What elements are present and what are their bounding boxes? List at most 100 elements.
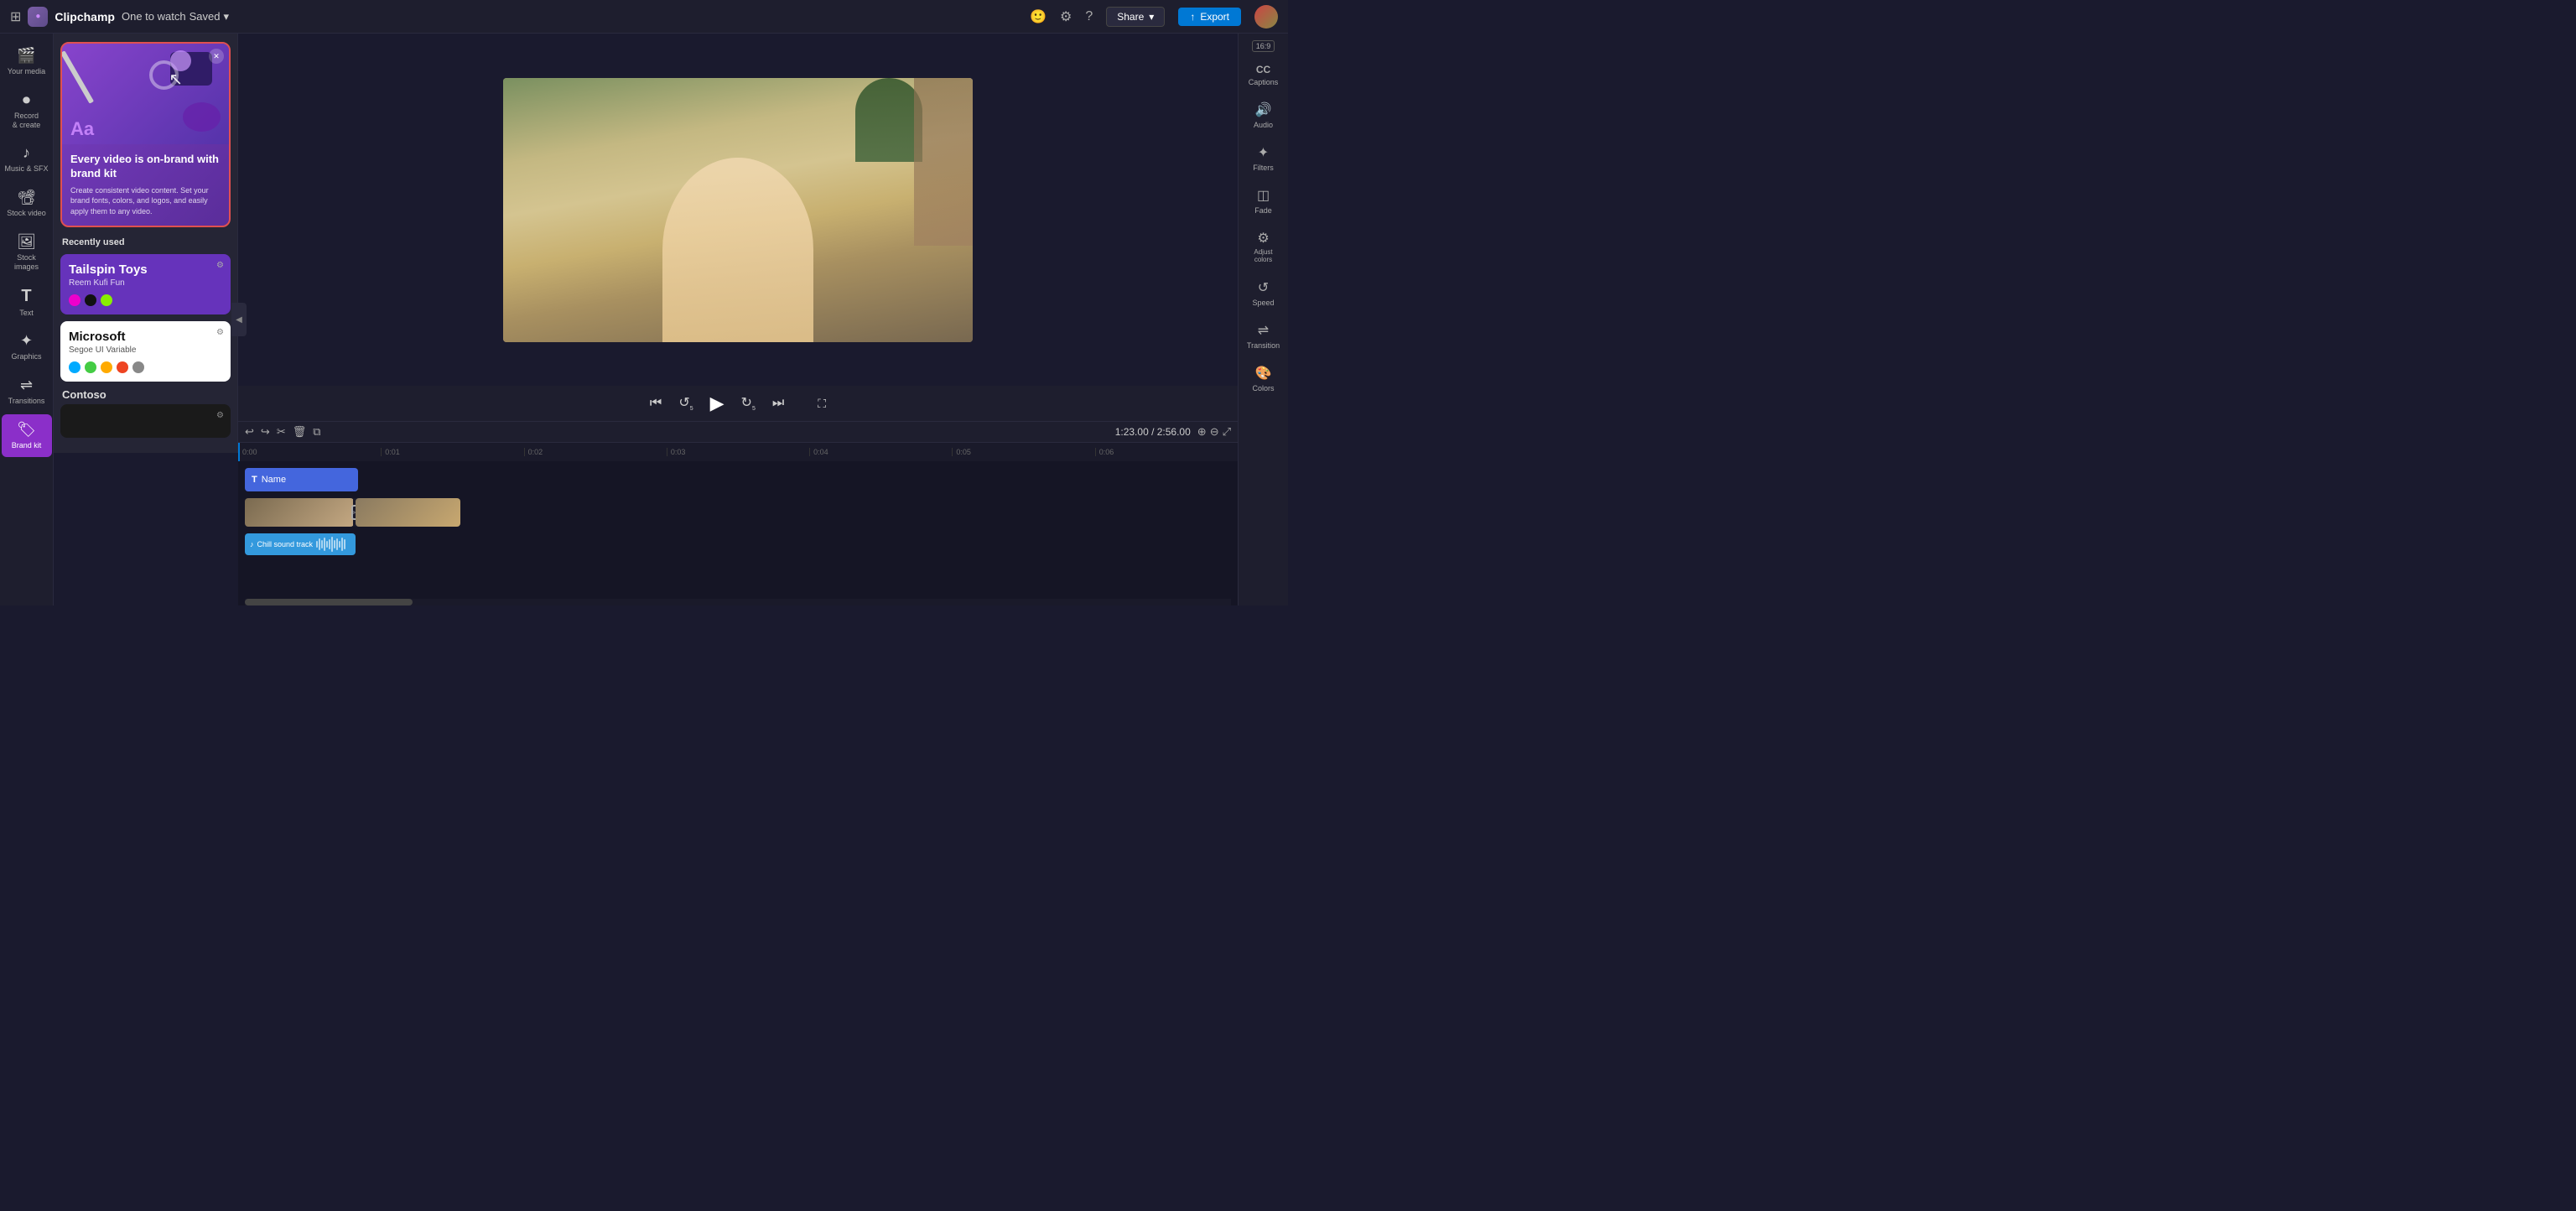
skip-back-button[interactable]: ⏮ bbox=[650, 396, 662, 411]
sidebar-item-label: Transitions bbox=[8, 397, 45, 406]
playback-controls: ⏮ ↺5 ▶ ↻5 ⏭ ⛶ bbox=[238, 386, 1238, 421]
text-track: T Name bbox=[238, 465, 1238, 495]
video-clip-2-thumbnail bbox=[356, 498, 460, 527]
ruler-marks: 0:00 0:01 0:02 0:03 0:04 0:05 0:06 bbox=[238, 448, 1238, 456]
right-sidebar: 16:9 CC Captions 🔊 Audio ✦ Filters ◫ Fad… bbox=[1238, 34, 1288, 606]
right-item-label: Captions bbox=[1249, 78, 1279, 86]
sidebar-item-stock-video[interactable]: 📽 Stock video bbox=[2, 182, 52, 225]
right-item-adjust-colors[interactable]: ⚙ Adjustcolors bbox=[1240, 223, 1287, 271]
avatar[interactable] bbox=[1254, 5, 1278, 29]
music-sfx-icon: ♪ bbox=[23, 144, 30, 162]
ruler-mark-4: 0:04 bbox=[809, 448, 952, 456]
forward-5-button[interactable]: ↻5 bbox=[741, 394, 756, 412]
redo-button[interactable]: ↪ bbox=[261, 425, 270, 439]
text-clip-name[interactable]: T Name bbox=[245, 468, 358, 491]
timeline-scrollbar[interactable] bbox=[245, 599, 1231, 606]
rewind-5-button[interactable]: ↺5 bbox=[678, 394, 693, 412]
pencil-icon bbox=[62, 50, 94, 104]
fullscreen-button[interactable]: ⛶ bbox=[818, 397, 826, 411]
color-swatch bbox=[117, 361, 128, 373]
sidebar-item-record-create[interactable]: ⏺ Record& create bbox=[2, 85, 52, 137]
grid-menu-button[interactable]: ⊞ bbox=[10, 8, 21, 25]
cursor-icon: ↖ bbox=[169, 69, 183, 90]
close-icon[interactable]: ✕ bbox=[209, 49, 224, 64]
aa-text-icon: Aa bbox=[70, 118, 94, 140]
sidebar-item-label: Text bbox=[19, 309, 34, 318]
sidebar-item-text[interactable]: T Text bbox=[2, 280, 52, 325]
brand-settings-icon[interactable]: ⚙ bbox=[216, 261, 224, 270]
sidebar-item-stock-images[interactable]: 🖼 Stock images bbox=[2, 226, 52, 278]
color-swatch bbox=[101, 294, 112, 306]
sidebar-item-music-sfx[interactable]: ♪ Music & SFX bbox=[2, 138, 52, 180]
brand-colors-microsoft bbox=[69, 361, 222, 373]
featured-card-description: Create consistent video content. Set you… bbox=[70, 185, 221, 217]
help-button[interactable]: ? bbox=[1085, 9, 1093, 24]
playhead[interactable] bbox=[238, 443, 240, 461]
transition-icon: ⇌ bbox=[1258, 322, 1269, 339]
ruler-mark-3: 0:03 bbox=[667, 448, 809, 456]
brand-kit-featured-card[interactable]: Aa ↖ ✕ Every video is on-brand with bran… bbox=[60, 42, 231, 227]
settings-button[interactable]: ⚙ bbox=[1060, 8, 1072, 25]
undo-button[interactable]: ↩ bbox=[245, 425, 254, 439]
video-preview bbox=[503, 78, 973, 342]
dropdown-chevron-icon[interactable]: ▾ bbox=[223, 10, 229, 23]
color-swatch bbox=[132, 361, 144, 373]
right-item-audio[interactable]: 🔊 Audio bbox=[1240, 95, 1287, 136]
export-button[interactable]: ↑ Export bbox=[1178, 8, 1241, 26]
right-item-transition[interactable]: ⇌ Transition bbox=[1240, 315, 1287, 356]
brand-card-contoso[interactable]: ⚙ bbox=[60, 404, 231, 438]
audio-clip-chill[interactable]: ♪ Chill sound track bbox=[245, 533, 356, 555]
skip-forward-button[interactable]: ⏭ bbox=[772, 396, 784, 411]
brand-card-microsoft[interactable]: ⚙ Microsoft Segoe UI Variable bbox=[60, 321, 231, 382]
music-note-icon: ♪ bbox=[250, 540, 254, 548]
sidebar-item-graphics[interactable]: ✦ Graphics bbox=[2, 325, 52, 368]
brand-settings-icon[interactable]: ⚙ bbox=[216, 411, 224, 420]
brand-card-tailspin[interactable]: ⚙ Tailspin Toys Reem Kufi Fun bbox=[60, 254, 231, 314]
collapse-panel-button[interactable]: ◀ bbox=[231, 303, 247, 336]
play-pause-button[interactable]: ▶ bbox=[710, 392, 724, 414]
right-item-label: Colors bbox=[1252, 384, 1274, 392]
cut-button[interactable]: ✂ bbox=[277, 425, 286, 439]
copy-button[interactable]: ⧉ bbox=[313, 425, 320, 439]
brand-kit-panel: Aa ↖ ✕ Every video is on-brand with bran… bbox=[54, 34, 238, 453]
text-clip-icon: T bbox=[252, 475, 257, 485]
delete-button[interactable]: 🗑 bbox=[293, 425, 307, 439]
brand-font-microsoft: Segoe UI Variable bbox=[69, 346, 222, 355]
graphics-icon: ✦ bbox=[20, 332, 33, 350]
sidebar-item-transitions[interactable]: ⇌ Transitions bbox=[2, 370, 52, 413]
color-swatch bbox=[101, 361, 112, 373]
timeline-toolbar: ↩ ↪ ✂ 🗑 ⧉ 1:23.00 / 2:56.00 ⊕ ⊖ ⤢ bbox=[238, 421, 1238, 443]
right-item-label: Speed bbox=[1252, 299, 1274, 307]
sidebar-item-label: Your media bbox=[8, 67, 45, 76]
right-item-label: Adjustcolors bbox=[1254, 249, 1272, 264]
fit-timeline-button[interactable]: ⤢ bbox=[1223, 425, 1231, 439]
video-clip-1-thumbnail bbox=[245, 498, 354, 527]
share-button[interactable]: Share ▾ bbox=[1106, 7, 1165, 27]
video-clip-1[interactable] bbox=[245, 498, 354, 527]
fade-icon: ◫ bbox=[1257, 187, 1270, 204]
featured-card-body: Every video is on-brand with brand kit C… bbox=[62, 144, 229, 226]
sidebar-item-brand-kit[interactable]: 🏷 Brand kit bbox=[2, 414, 52, 457]
stock-video-icon: 📽 bbox=[17, 189, 36, 206]
text-track-content: T Name bbox=[238, 465, 1238, 495]
zoom-out-button[interactable]: ⊖ bbox=[1210, 425, 1219, 439]
export-icon: ↑ bbox=[1190, 11, 1195, 23]
brand-settings-icon[interactable]: ⚙ bbox=[216, 328, 224, 337]
topbar-right: 🙂 ⚙ ? Share ▾ ↑ Export bbox=[1030, 5, 1278, 29]
filters-icon: ✦ bbox=[1258, 144, 1269, 161]
zoom-in-button[interactable]: ⊕ bbox=[1197, 425, 1207, 439]
right-item-captions[interactable]: CC Captions bbox=[1240, 57, 1287, 93]
right-item-filters[interactable]: ✦ Filters bbox=[1240, 138, 1287, 179]
aspect-ratio-badge[interactable]: 16:9 bbox=[1252, 40, 1275, 52]
timeline-scroll-thumb[interactable] bbox=[245, 599, 413, 606]
video-clip-2[interactable] bbox=[356, 498, 460, 527]
right-item-speed[interactable]: ↺ Speed bbox=[1240, 273, 1287, 314]
recently-used-label: Recently used bbox=[60, 237, 231, 247]
app-logo: ● bbox=[28, 7, 48, 27]
center-area: ⏮ ↺5 ▶ ↻5 ⏭ ⛶ ↩ ↪ ✂ 🗑 ⧉ 1:23.00 / 2:56.0… bbox=[238, 34, 1238, 606]
sidebar-item-label: Graphics bbox=[11, 352, 41, 361]
right-item-colors[interactable]: 🎨 Colors bbox=[1240, 358, 1287, 399]
right-item-fade[interactable]: ◫ Fade bbox=[1240, 180, 1287, 221]
emoji-button[interactable]: 🙂 bbox=[1030, 8, 1046, 25]
sidebar-item-your-media[interactable]: 🎬 Your media bbox=[2, 40, 52, 83]
